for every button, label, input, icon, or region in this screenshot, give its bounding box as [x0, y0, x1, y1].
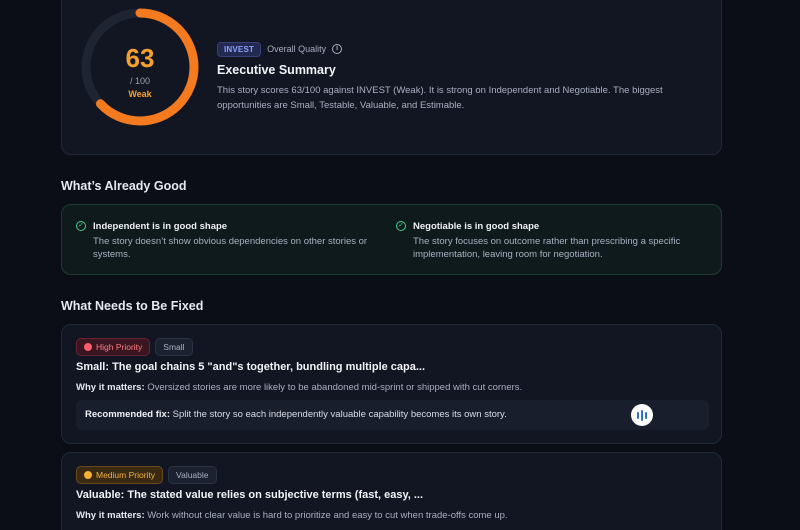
- good-card: ✓ Independent is in good shape The story…: [61, 204, 722, 275]
- score-max: / 100: [129, 76, 151, 86]
- check-circle-icon: ✓: [76, 221, 86, 231]
- good-section-title: What’s Already Good: [61, 179, 187, 193]
- check-circle-icon: ✓: [396, 221, 406, 231]
- good-item-text: The story doesn’t show obvious dependenc…: [93, 236, 368, 260]
- fix-title: Valuable: The stated value relies on sub…: [76, 489, 424, 501]
- score-gauge: 63 / 100 Weak: [78, 5, 202, 129]
- priority-dot-icon: [84, 343, 92, 351]
- summary-header: INVEST Overall Quality i: [217, 41, 343, 57]
- why-it-matters: Why it matters: Oversized stories are mo…: [76, 382, 522, 393]
- priority-label: Medium Priority: [96, 470, 156, 480]
- why-label: Why it matters:: [76, 510, 145, 521]
- rec-text: Split the story so each independently va…: [170, 409, 507, 420]
- fix-tags: High Priority Small: [76, 338, 193, 356]
- fix-title: Small: The goal chains 5 "and"s together…: [76, 361, 426, 373]
- why-text: Oversized stories are more likely to be …: [144, 382, 523, 393]
- gauge-center: 63 / 100 Weak: [78, 5, 202, 129]
- score-value: 63: [125, 43, 155, 73]
- voice-wave-icon[interactable]: [631, 404, 653, 426]
- fix-card: High Priority Small Small: The goal chai…: [61, 324, 722, 444]
- priority-dot-icon: [84, 471, 92, 479]
- why-label: Why it matters:: [76, 382, 145, 393]
- info-icon[interactable]: i: [332, 44, 343, 54]
- summary-title: Executive Summary: [217, 63, 336, 77]
- invest-badge: INVEST: [217, 41, 262, 57]
- recommended-fix: Recommended fix: Split the story so each…: [85, 409, 507, 420]
- good-item-title: Independent is in good shape: [93, 221, 228, 232]
- rec-label: Recommended fix:: [85, 409, 170, 420]
- fix-section-title: What Needs to Be Fixed: [61, 299, 204, 313]
- good-item-text: The story focuses on outcome rather than…: [413, 236, 681, 260]
- why-it-matters: Why it matters: Work without clear value…: [76, 510, 508, 521]
- good-item-title: Negotiable is in good shape: [413, 221, 540, 232]
- fix-card: Medium Priority Valuable Valuable: The s…: [61, 452, 722, 530]
- why-text: Work without clear value is hard to prio…: [144, 510, 508, 521]
- priority-badge: High Priority: [76, 338, 151, 356]
- summary-text: This story scores 63/100 against INVEST …: [217, 85, 663, 111]
- fix-tags: Medium Priority Valuable: [76, 466, 217, 484]
- category-badge: Valuable: [168, 466, 217, 484]
- priority-label: High Priority: [96, 342, 143, 352]
- category-badge: Small: [155, 338, 193, 356]
- recommended-fix-box: Recommended fix: Split the story so each…: [76, 400, 709, 430]
- priority-badge: Medium Priority: [76, 466, 164, 484]
- overall-quality-label: Overall Quality: [267, 44, 327, 54]
- summary-card: 63 / 100 Weak INVEST Overall Quality i E…: [61, 0, 722, 155]
- score-rating: Weak: [128, 89, 152, 99]
